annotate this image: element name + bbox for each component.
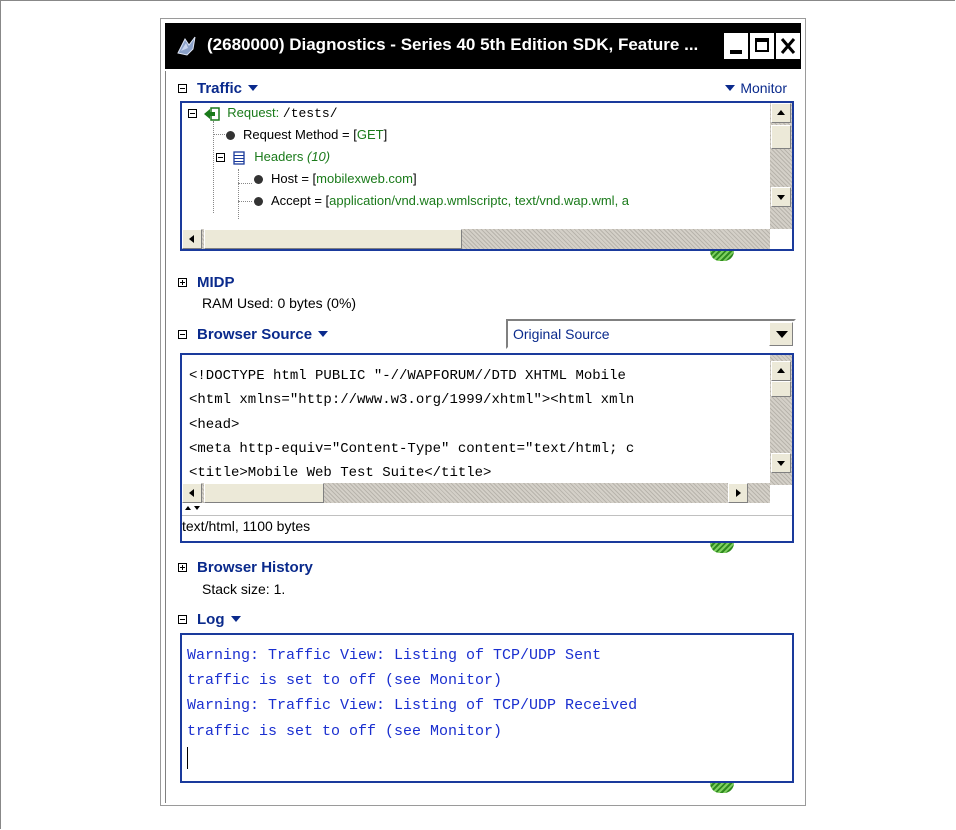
monitor-label: Monitor: [740, 80, 787, 96]
tree-node-request[interactable]: Request: /tests/: [188, 105, 338, 121]
midp-title: MIDP: [197, 273, 235, 291]
request-icon: [203, 106, 220, 121]
close-icon: [780, 38, 796, 54]
headers-label: Headers: [254, 149, 307, 164]
traffic-title: Traffic: [197, 79, 243, 97]
source-type-dropdown[interactable]: Original Source: [506, 319, 796, 349]
tree-node-headers[interactable]: Headers (10): [216, 149, 330, 165]
traffic-header[interactable]: Traffic: [178, 78, 259, 98]
source-status: text/html, 1100 bytes: [182, 518, 311, 534]
scroll-down-button[interactable]: [771, 187, 791, 207]
traffic-horizontal-scrollbar[interactable]: [182, 229, 770, 249]
resize-grip[interactable]: [710, 251, 734, 261]
stack-size-text: Stack size: 1.: [202, 581, 286, 597]
minimize-button[interactable]: [724, 33, 748, 59]
browser-history-title: Browser History: [197, 558, 313, 576]
maximize-button[interactable]: [750, 33, 774, 59]
log-panel[interactable]: Warning: Traffic View: Listing of TCP/UD…: [180, 633, 794, 783]
browser-history-header[interactable]: Browser History: [178, 557, 313, 577]
log-line: Warning: Traffic View: Listing of TCP/UD…: [187, 647, 602, 664]
log-line: traffic is set to off (see Monitor): [187, 723, 503, 740]
ram-used-text: RAM Used: 0 bytes (0%): [202, 295, 357, 311]
splitter-arrows-icon[interactable]: [184, 505, 204, 515]
source-line: <html xmlns="http://www.w3.org/1999/xhtm…: [189, 392, 635, 408]
accept-value: application/vnd.wap.wmlscriptc, text/vnd…: [329, 193, 630, 208]
source-line: <head>: [189, 417, 240, 433]
headers-list-icon: [232, 150, 245, 165]
log-header[interactable]: Log: [178, 609, 241, 629]
app-logo-icon: [177, 36, 196, 56]
log-line: Warning: Traffic View: Listing of TCP/UD…: [187, 697, 638, 714]
bullet-icon: [226, 131, 235, 141]
window-title: (2680000) Diagnostics - Series 40 5th Ed…: [207, 35, 699, 54]
browser-source-panel[interactable]: <!DOCTYPE html PUBLIC "-//WAPFORUM//DTD …: [180, 353, 794, 543]
method-close: ]: [383, 127, 388, 142]
scroll-up-button[interactable]: [771, 361, 791, 381]
bullet-icon: [254, 197, 263, 207]
midp-header[interactable]: MIDP: [178, 272, 235, 292]
host-value: mobilexweb.com: [316, 171, 413, 186]
collapse-icon[interactable]: [188, 109, 197, 119]
scroll-left-button[interactable]: [182, 483, 202, 503]
tree-node-host[interactable]: Host = [mobilexweb.com]: [254, 171, 417, 186]
source-horizontal-scrollbar[interactable]: [182, 483, 770, 503]
request-path: /tests/: [282, 106, 338, 121]
request-label: Request:: [227, 105, 283, 120]
dropdown-arrow-icon[interactable]: [769, 322, 793, 346]
monitor-menu[interactable]: Monitor: [725, 80, 787, 96]
scroll-thumb[interactable]: [771, 125, 791, 149]
diagnostics-content: Traffic Monitor Request: /tests/ Request…: [165, 71, 801, 803]
resize-grip[interactable]: [710, 783, 734, 793]
host-close: ]: [413, 171, 417, 186]
scroll-up-button[interactable]: [771, 103, 791, 123]
collapse-icon[interactable]: [178, 329, 187, 339]
scroll-thumb[interactable]: [204, 483, 324, 503]
accept-label: Accept = [: [271, 193, 330, 208]
tree-node-request-method[interactable]: Request Method = [GET]: [226, 127, 387, 142]
browser-source-menu-icon[interactable]: [318, 331, 329, 337]
collapse-icon[interactable]: [216, 153, 225, 163]
title-bar[interactable]: (2680000) Diagnostics - Series 40 5th Ed…: [165, 23, 801, 69]
browser-source-title: Browser Source: [197, 325, 313, 343]
minimize-icon: [730, 50, 742, 54]
monitor-dropdown-icon: [725, 85, 736, 91]
method-value: GET: [356, 127, 384, 142]
traffic-vertical-scrollbar[interactable]: [770, 103, 792, 229]
browser-source-header[interactable]: Browser Source: [178, 324, 329, 344]
scroll-thumb[interactable]: [204, 229, 462, 249]
method-label: Request Method = [: [243, 127, 357, 142]
scroll-right-button[interactable]: [728, 483, 748, 503]
traffic-tree-panel[interactable]: Request: /tests/ Request Method = [GET] …: [180, 101, 794, 251]
expand-icon[interactable]: [178, 562, 187, 572]
tree-node-accept[interactable]: Accept = [application/vnd.wap.wmlscriptc…: [254, 193, 629, 208]
maximize-icon: [755, 38, 769, 52]
source-line: <!DOCTYPE html PUBLIC "-//WAPFORUM//DTD …: [189, 368, 626, 384]
scroll-down-button[interactable]: [771, 453, 791, 473]
collapse-icon[interactable]: [178, 83, 187, 93]
host-label: Host = [: [271, 171, 317, 186]
log-title: Log: [197, 610, 225, 628]
log-menu-icon[interactable]: [230, 616, 241, 622]
source-line: <meta http-equiv="Content-Type" content=…: [189, 441, 635, 457]
close-button[interactable]: [776, 33, 800, 59]
log-line: traffic is set to off (see Monitor): [187, 672, 503, 689]
source-line: <title>Mobile Web Test Suite</title>: [189, 465, 492, 481]
scroll-thumb[interactable]: [771, 381, 791, 397]
diagnostics-window: (2680000) Diagnostics - Series 40 5th Ed…: [160, 18, 806, 806]
scroll-left-button[interactable]: [182, 229, 202, 249]
text-cursor: [187, 747, 188, 769]
headers-count: (10): [307, 149, 331, 164]
bullet-icon: [254, 175, 263, 185]
traffic-menu-icon[interactable]: [248, 85, 259, 91]
collapse-icon[interactable]: [178, 614, 187, 624]
resize-grip[interactable]: [710, 543, 734, 553]
expand-icon[interactable]: [178, 277, 187, 287]
source-type-value: Original Source: [513, 326, 610, 342]
source-vertical-scrollbar[interactable]: [770, 355, 792, 485]
